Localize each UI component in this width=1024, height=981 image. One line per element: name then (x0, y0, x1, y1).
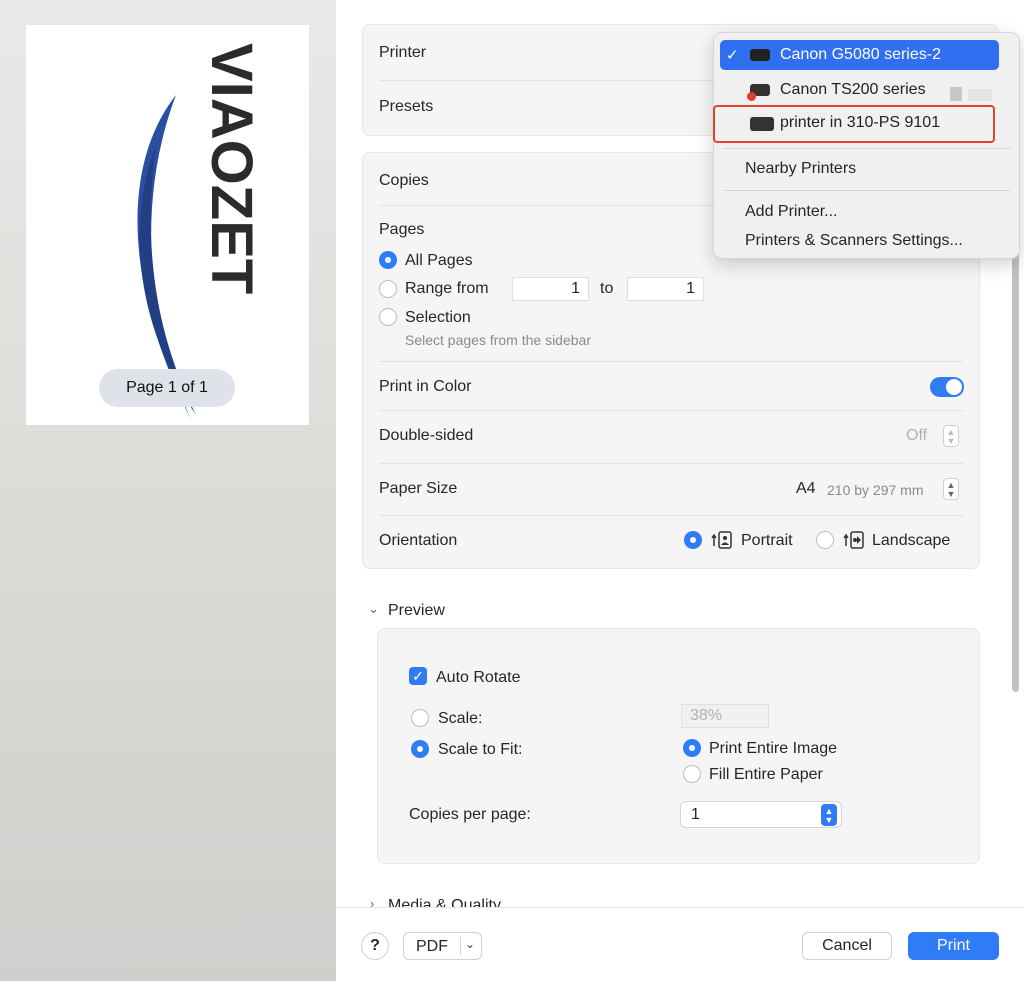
all-pages-radio[interactable] (379, 251, 397, 269)
paper-size-stepper-icon[interactable]: ▲ ▼ (943, 478, 959, 500)
help-button[interactable]: ? (361, 932, 389, 960)
selection-hint: Select pages from the sidebar (405, 332, 591, 348)
menu-divider (724, 148, 1010, 149)
fill-entire-paper-label[interactable]: Fill Entire Paper (709, 766, 823, 784)
printer-option-label: Canon G5080 series-2 (780, 46, 941, 63)
menu-divider (724, 190, 1010, 191)
media-quality-chevron-icon[interactable]: › (370, 896, 374, 907)
scale-to-fit-label[interactable]: Scale to Fit: (438, 741, 522, 759)
scale-radio[interactable] (411, 709, 429, 727)
copies-per-page-label: Copies per page: (409, 806, 531, 823)
orientation-label: Orientation (379, 532, 458, 549)
range-label[interactable]: Range from (405, 280, 489, 298)
range-to-field[interactable]: 1 (627, 277, 704, 301)
scale-field[interactable]: 38% (681, 704, 769, 728)
print-in-color-label: Print in Color (379, 378, 472, 395)
range-to-label: to (600, 280, 614, 297)
print-entire-image-label[interactable]: Print Entire Image (709, 740, 837, 758)
checkmark-icon: ✓ (726, 47, 739, 64)
landscape-radio[interactable] (816, 531, 834, 549)
copies-per-page-select[interactable]: 1 ▲ ▼ (680, 801, 842, 828)
print-in-color-toggle[interactable] (930, 377, 964, 397)
preview-section-title[interactable]: Preview (388, 602, 445, 620)
landscape-label[interactable]: Landscape (872, 532, 950, 550)
portrait-icon (711, 530, 733, 550)
scale-to-fit-radio[interactable] (411, 740, 429, 758)
fill-entire-paper-radio[interactable] (683, 765, 701, 783)
printer-option-canon-g5080[interactable]: ✓ Canon G5080 series-2 (720, 40, 999, 70)
copies-per-page-value: 1 (691, 806, 700, 823)
pages-label: Pages (379, 221, 425, 238)
annotation-highlight-box (713, 105, 995, 143)
pdf-menu-button[interactable]: PDF ⌄ (403, 932, 482, 960)
cancel-button[interactable]: Cancel (802, 932, 892, 960)
redacted-block (950, 87, 962, 101)
divider (379, 361, 963, 362)
selection-radio[interactable] (379, 308, 397, 326)
range-from-field[interactable]: 1 (512, 277, 589, 301)
chevron-down-icon: ⌄ (465, 937, 476, 951)
auto-rotate-label[interactable]: Auto Rotate (436, 669, 521, 687)
media-quality-clip: › Media & Quality (366, 893, 566, 907)
pdf-divider (460, 937, 461, 955)
landscape-icon (843, 530, 865, 550)
scale-label[interactable]: Scale: (438, 710, 482, 728)
printer-option-label: Canon TS200 series (780, 81, 926, 98)
portrait-label[interactable]: Portrait (741, 532, 793, 550)
redacted-block (968, 89, 992, 101)
pdf-label: PDF (416, 938, 448, 955)
page-indicator: Page 1 of 1 (99, 369, 235, 407)
offline-status-icon (747, 92, 756, 101)
print-entire-image-radio[interactable] (683, 739, 701, 757)
preview-chevron-icon[interactable]: ⌄ (368, 601, 379, 617)
preview-sidebar: VIAOZET Page 1 of 1 (0, 0, 336, 981)
copies-label: Copies (379, 172, 429, 189)
divider (379, 463, 963, 464)
print-button[interactable]: Print (908, 932, 999, 960)
divider (379, 515, 963, 516)
selection-label[interactable]: Selection (405, 309, 471, 327)
add-printer-item[interactable]: Add Printer... (745, 203, 838, 221)
printer-option-canon-ts200[interactable]: Canon TS200 series (720, 75, 999, 105)
preview-card: ✓ Auto Rotate Scale: 38% Scale to Fit: P… (377, 628, 980, 864)
double-sided-value[interactable]: Off (906, 427, 927, 445)
paper-size-value[interactable]: A4 (796, 480, 816, 498)
printer-label: Printer (379, 44, 427, 61)
paper-size-label: Paper Size (379, 480, 458, 497)
all-pages-label[interactable]: All Pages (405, 252, 473, 270)
logo-text: VIAOZET (199, 43, 264, 294)
divider (379, 410, 963, 411)
auto-rotate-checkbox[interactable]: ✓ (409, 667, 427, 685)
media-quality-title[interactable]: Media & Quality (388, 897, 501, 907)
nearby-printers-item[interactable]: Nearby Printers (745, 160, 856, 178)
page-thumbnail[interactable]: VIAOZET (26, 25, 309, 425)
range-radio[interactable] (379, 280, 397, 298)
logo-image: VIAOZET (137, 43, 264, 420)
printer-dropdown-menu: ✓ Canon G5080 series-2 Canon TS200 serie… (713, 32, 1020, 259)
select-stepper-icon: ▲ ▼ (821, 804, 837, 826)
double-sided-label: Double-sided (379, 427, 474, 444)
printer-icon (750, 49, 770, 61)
presets-label: Presets (379, 98, 434, 115)
paper-size-detail[interactable]: 210 by 297 mm (827, 482, 924, 498)
double-sided-stepper-icon[interactable]: ▲ ▼ (943, 425, 959, 447)
printers-scanners-settings-item[interactable]: Printers & Scanners Settings... (745, 232, 963, 250)
portrait-radio[interactable] (684, 531, 702, 549)
